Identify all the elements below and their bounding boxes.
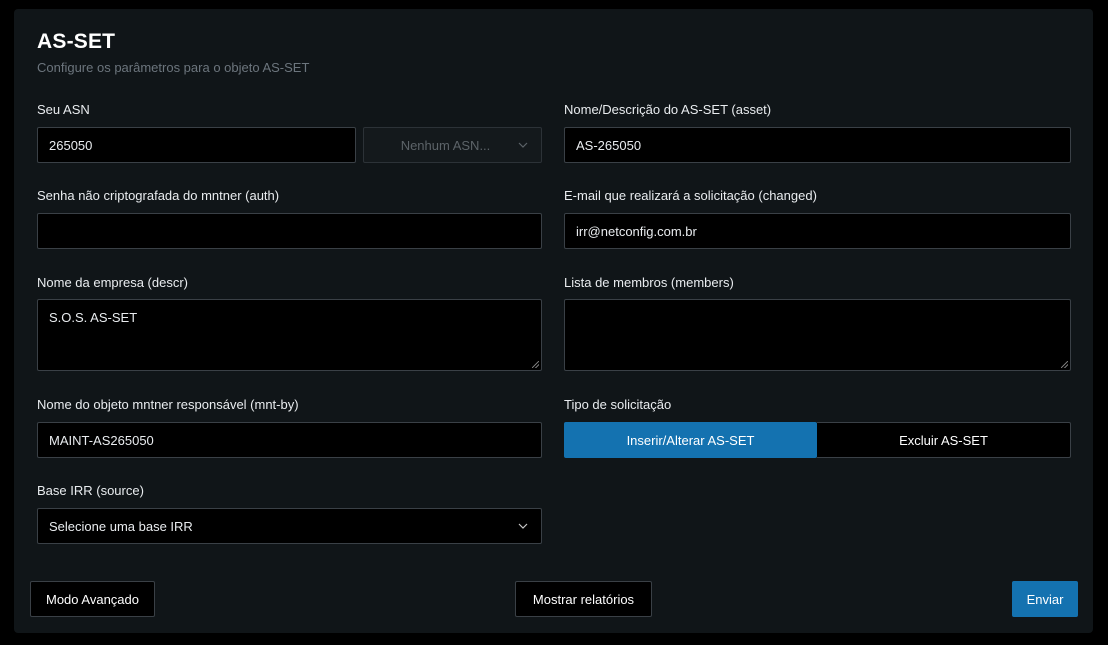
advanced-mode-button[interactable]: Modo Avançado [30,581,155,617]
asn-input[interactable]: 265050 [37,127,356,163]
auth-label: Senha não criptografada do mntner (auth) [37,188,280,203]
descr-label: Nome da empresa (descr) [37,275,188,290]
auth-input[interactable] [37,213,542,249]
descr-textarea[interactable]: S.O.S. AS-SET [37,299,542,371]
asn-select[interactable]: Nenhum ASN... [363,127,542,163]
source-label: Base IRR (source) [37,483,144,498]
chevron-down-icon [518,142,528,148]
asn-select-value: Nenhum ASN... [400,137,491,153]
asset-name-label: Nome/Descrição do AS-SET (asset) [564,102,772,117]
members-label: Lista de membros (members) [564,275,734,290]
request-type-label: Tipo de solicitação [564,397,672,412]
source-select[interactable]: Selecione uma base IRR [37,508,542,544]
page-subtitle: Configure os parâmetros para o objeto AS… [37,60,310,75]
asset-name-input[interactable]: AS-265050 [564,127,1071,163]
page-title: AS-SET [37,30,116,53]
mnt-by-label: Nome do objeto mntner responsável (mnt-b… [37,397,299,412]
resize-handle-icon[interactable] [1061,361,1068,368]
source-select-value: Selecione uma base IRR [49,518,193,534]
asn-label: Seu ASN [37,102,90,117]
show-reports-button[interactable]: Mostrar relatórios [515,581,652,617]
request-type-insert-button[interactable]: Inserir/Alterar AS-SET [564,422,817,458]
changed-input[interactable]: irr@netconfig.com.br [564,213,1071,249]
chevron-down-icon [518,523,528,529]
descr-value: S.O.S. AS-SET [49,310,138,325]
resize-handle-icon[interactable] [532,361,539,368]
request-type-delete-button[interactable]: Excluir AS-SET [817,422,1071,458]
changed-label: E-mail que realizará a solicitação (chan… [564,188,817,203]
submit-button[interactable]: Enviar [1012,581,1078,617]
members-textarea[interactable] [564,299,1071,371]
mnt-by-input[interactable]: MAINT-AS265050 [37,422,542,458]
